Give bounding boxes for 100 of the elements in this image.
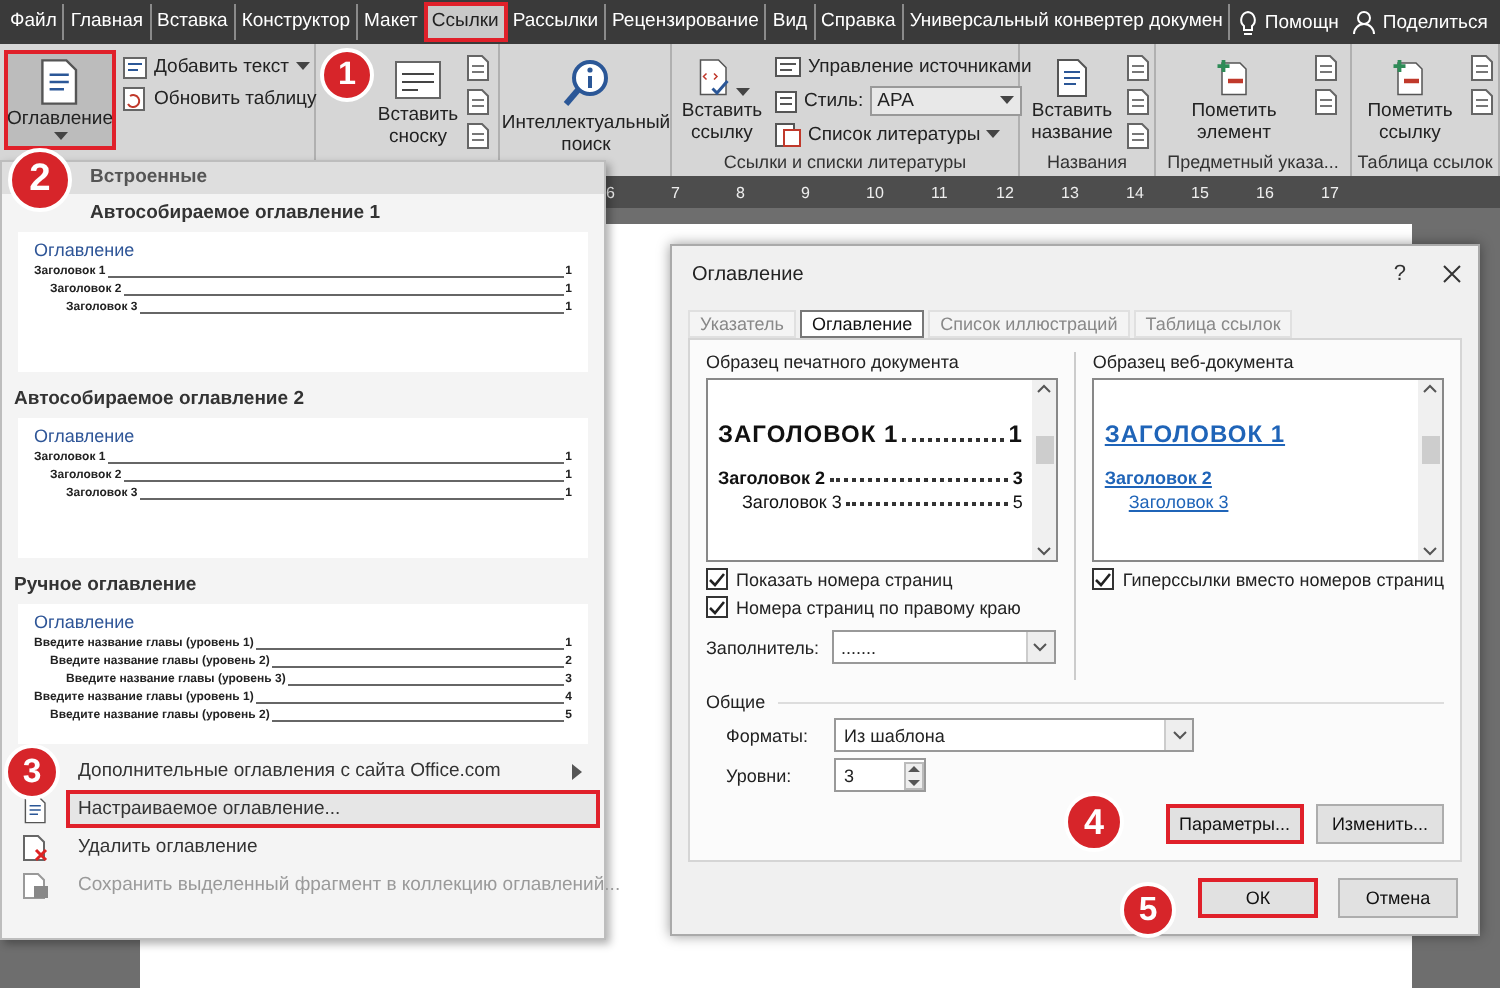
style-label: Стиль:	[804, 90, 864, 112]
person-icon	[1352, 9, 1377, 35]
close-icon[interactable]	[1442, 264, 1462, 284]
style-dropdown[interactable]: APA	[869, 86, 1022, 116]
ribbon-tab[interactable]: Файл	[4, 4, 65, 40]
ribbon-small-button[interactable]: Добавить текст	[122, 54, 317, 80]
manage-sources-button[interactable]: Управление источниками	[774, 54, 1032, 80]
menu-item[interactable]: Удалить оглавление	[66, 828, 600, 866]
submenu-arrow-icon	[571, 763, 581, 779]
ribbon-tab[interactable]: Рассылки	[506, 4, 606, 40]
footnote-icon	[392, 58, 444, 102]
group-label: Ссылки и списки литературы	[721, 152, 969, 176]
table-of-contents-button[interactable]: Оглавление	[4, 50, 116, 150]
scrollbar[interactable]	[1032, 380, 1057, 560]
ruler-number: 12	[996, 183, 1016, 201]
delete-document-icon	[22, 833, 50, 861]
ribbon-tab[interactable]: Вид	[766, 4, 816, 40]
levels-label: Уровни:	[726, 765, 794, 785]
options-button[interactable]: Параметры...	[1165, 804, 1304, 844]
leader-label: Заполнитель:	[706, 637, 820, 657]
menu-item[interactable]: Дополнительные оглавления с сайта Office.com	[66, 752, 600, 790]
ribbon-tab[interactable]: Ссылки	[425, 4, 507, 40]
insert-footnote-button[interactable]: Вставить сноску	[376, 50, 460, 156]
checkbox-label: Номера страниц по правому краю	[736, 597, 1021, 617]
chevron-down-icon	[1032, 642, 1049, 652]
ruler-number: 14	[1126, 183, 1146, 201]
insert-citation-button[interactable]: Вставить ссылку	[676, 50, 768, 152]
caret-icon	[999, 96, 1014, 106]
ribbon-small-button[interactable]: Обновить таблицу	[122, 86, 317, 112]
ribbon-tab[interactable]: Справка	[815, 4, 904, 40]
checkbox[interactable]	[706, 568, 728, 590]
share-link[interactable]: Поделиться	[1382, 11, 1488, 33]
group-label: Таблица ссылок	[1356, 152, 1494, 176]
cancel-button[interactable]: Отмена	[1338, 878, 1458, 918]
ruler-number: 16	[1256, 183, 1276, 201]
leader-dropdown[interactable]: .......	[831, 630, 1056, 664]
checkbox[interactable]	[1092, 568, 1115, 590]
dialog-tab[interactable]: Оглавление	[799, 310, 925, 338]
section-title: Автособираемое оглавление 1	[88, 200, 382, 228]
show-notes-icon	[466, 122, 490, 150]
mark-entry-icon	[1216, 58, 1252, 98]
add-text-icon	[122, 54, 148, 80]
caret-icon	[986, 130, 1001, 140]
group-label: Предметный указа...	[1165, 152, 1341, 176]
formats-dropdown[interactable]: Из шаблона	[834, 718, 1194, 752]
next-footnote-icon	[466, 88, 490, 116]
cross-reference-icon	[1126, 122, 1150, 150]
mark-citation-icon	[1392, 58, 1428, 98]
section-title: Ручное оглавление	[12, 572, 199, 600]
checkbox-label: Показать номера страниц	[736, 569, 953, 589]
update-table-icon	[1470, 88, 1494, 116]
preview-heading: Заголовок 3 5	[740, 492, 1023, 512]
modify-button[interactable]: Изменить...	[1316, 804, 1444, 844]
preview-title: Оглавление	[34, 426, 137, 446]
ribbon-tab[interactable]: Рецензирование	[606, 4, 767, 40]
chevron-up-icon	[1422, 384, 1438, 394]
sources-icon	[774, 54, 802, 80]
update-index-icon	[1314, 88, 1338, 116]
scroll-thumb[interactable]	[1421, 435, 1439, 464]
insert-table-icon	[1470, 54, 1494, 82]
chevron-up-icon	[1036, 384, 1053, 394]
smart-lookup-button[interactable]: Интеллектуальный поиск	[504, 50, 668, 164]
citation-icon	[695, 58, 731, 98]
magnifier-info-icon	[560, 58, 612, 110]
preview-heading: ЗАГОЛОВОК 1 1	[718, 420, 1023, 448]
preview-heading: Заголовок 2 3	[718, 468, 1023, 488]
table-of-figures-icon	[1126, 54, 1150, 82]
ribbon-tab[interactable]: Конструктор	[235, 4, 359, 40]
style-icon	[774, 89, 798, 113]
formats-label: Форматы:	[726, 725, 810, 745]
group-label: Названия	[1044, 152, 1130, 176]
insert-index-icon	[1314, 54, 1338, 82]
ribbon-tab[interactable]: Главная	[64, 4, 152, 40]
checkbox[interactable]	[706, 596, 728, 618]
ok-button[interactable]: ОК	[1198, 878, 1318, 918]
caret-icon	[53, 132, 67, 142]
scrollbar[interactable]	[1418, 380, 1442, 560]
ruler-number: 7	[671, 183, 682, 201]
ribbon-tab[interactable]: Универсальный конвертер докумен	[903, 4, 1231, 40]
section-title: Общие	[706, 692, 766, 712]
checkbox-label: Гиперссылки вместо номеров страниц	[1122, 569, 1444, 589]
lightbulb-icon	[1238, 9, 1259, 35]
ribbon-tab[interactable]: Вставка	[151, 4, 236, 40]
chevron-down-icon	[1036, 545, 1053, 556]
help-button[interactable]: ?	[1393, 262, 1406, 286]
levels-spin-field[interactable]: 3	[834, 758, 926, 792]
mark-entry-button[interactable]: Пометить элемент	[1160, 50, 1308, 152]
spinner-arrows-icon[interactable]	[904, 761, 924, 789]
caret-icon	[735, 88, 749, 98]
menu-item[interactable]: Настраиваемое оглавление...	[66, 790, 600, 828]
caption-icon	[1056, 58, 1088, 98]
scroll-thumb[interactable]	[1035, 435, 1054, 464]
preview-label: Образец веб-документа	[1092, 352, 1296, 372]
help-link[interactable]: Помощн	[1264, 11, 1339, 33]
ruler-number: 17	[1321, 183, 1341, 201]
mark-citation-button[interactable]: Пометить ссылку	[1356, 50, 1464, 152]
endnote-icon	[466, 54, 490, 82]
preview-label: Образец печатного документа	[706, 352, 961, 372]
bibliography-button[interactable]: Список литературы	[774, 122, 1032, 148]
refresh-document-icon	[122, 86, 148, 112]
